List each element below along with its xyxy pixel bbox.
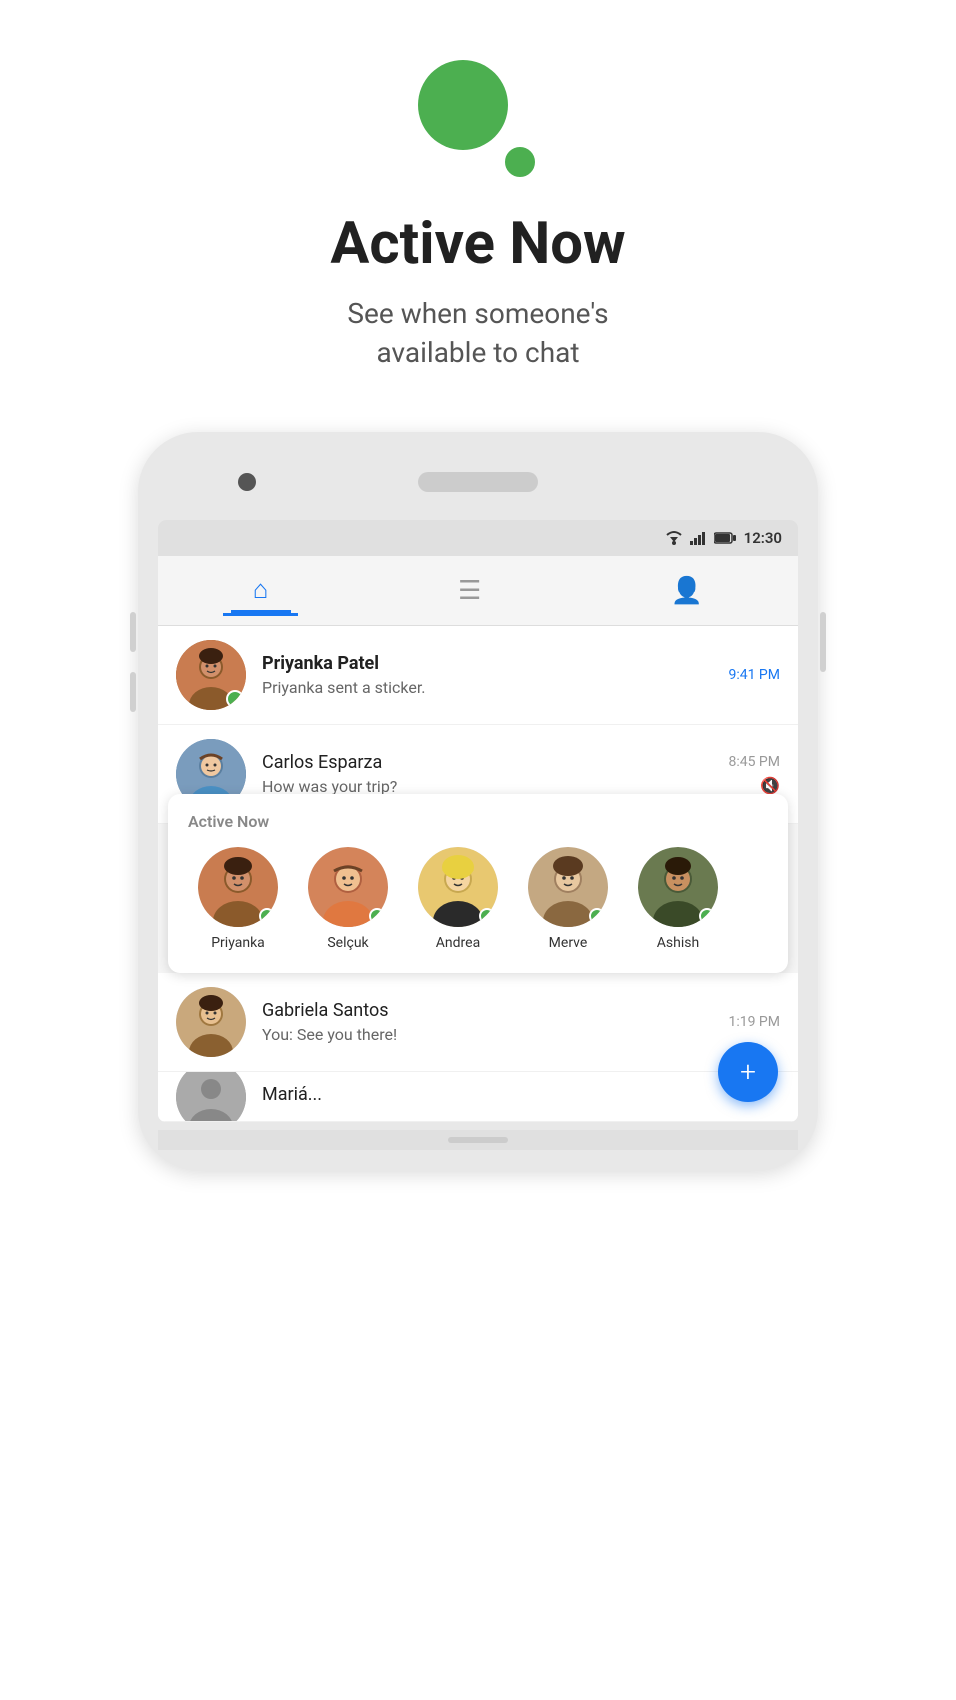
bottom-chat-list: Gabriela Santos You: See you there! 1:19… (158, 973, 798, 1122)
chat-time-priyanka: 9:41 PM (728, 667, 780, 683)
mute-icon: 🔇 (760, 776, 780, 795)
volume-up-button (130, 612, 136, 652)
nav-profile[interactable]: 👤 (641, 568, 733, 614)
chat-meta-gabriela: 1:19 PM (728, 1014, 780, 1030)
person-icon: 👤 (671, 576, 703, 606)
chat-name-partial: Mariá... (262, 1084, 780, 1105)
active-name-ashish: Ashish (657, 935, 699, 951)
page-title: Active Now (330, 210, 625, 278)
active-avatar-priyanka (198, 847, 278, 927)
active-user-ashish[interactable]: Ashish (628, 847, 728, 951)
active-now-overlay: Active Now (158, 794, 798, 973)
status-time: 12:30 (744, 529, 782, 547)
active-dot-selcuk (369, 908, 385, 924)
volume-down-button (130, 672, 136, 712)
chat-info-priyanka: Priyanka Patel Priyanka sent a sticker. (262, 653, 728, 697)
online-indicator-priyanka (226, 690, 244, 708)
chat-item-partial[interactable]: Mariá... (158, 1072, 798, 1122)
active-users-row: Priyanka (188, 847, 768, 951)
chat-item-priyanka[interactable]: Priyanka Patel Priyanka sent a sticker. … (158, 626, 798, 725)
wifi-icon (664, 530, 684, 546)
list-icon: ☰ (458, 576, 481, 606)
header-section: Active Now See when someone'savailable t… (0, 0, 956, 412)
chat-name-carlos: Carlos Esparza (262, 752, 728, 773)
avatar-priyanka (176, 640, 246, 710)
active-name-andrea: Andrea (436, 935, 480, 951)
active-user-selcuk[interactable]: Selçuk (298, 847, 398, 951)
avatar-partial (176, 1072, 246, 1122)
active-name-priyanka: Priyanka (211, 935, 265, 951)
logo-bubble-small (502, 144, 538, 180)
front-camera (238, 473, 256, 491)
active-user-merve[interactable]: Merve (518, 847, 618, 951)
active-dot-merve (589, 908, 605, 924)
app-logo (418, 60, 538, 180)
phone-outer: 12:30 ⌂ ☰ 👤 (138, 432, 818, 1170)
active-name-merve: Merve (549, 935, 588, 951)
active-avatar-andrea (418, 847, 498, 927)
home-icon: ⌂ (253, 574, 269, 605)
speaker-grille (418, 472, 538, 492)
active-now-panel: Active Now (168, 794, 788, 973)
status-bar: 12:30 (158, 520, 798, 556)
active-dot-priyanka (259, 908, 275, 924)
active-dot-andrea (479, 908, 495, 924)
compose-fab-button[interactable]: + (718, 1042, 778, 1102)
compose-icon: + (740, 1058, 756, 1086)
chat-info-carlos: Carlos Esparza How was your trip? (262, 752, 728, 796)
chat-name-priyanka: Priyanka Patel (262, 653, 728, 674)
chat-preview-gabriela: You: See you there! (262, 1025, 728, 1044)
active-dot-ashish (699, 908, 715, 924)
chat-meta-carlos: 8:45 PM 🔇 (728, 754, 780, 795)
active-user-priyanka[interactable]: Priyanka (188, 847, 288, 951)
status-icons (664, 530, 736, 546)
active-now-title: Active Now (188, 812, 768, 831)
phone-screen: 12:30 ⌂ ☰ 👤 (158, 520, 798, 1122)
home-indicator (448, 1137, 508, 1143)
phone-mockup: 12:30 ⌂ ☰ 👤 (138, 432, 818, 1170)
chat-item-gabriela[interactable]: Gabriela Santos You: See you there! 1:19… (158, 973, 798, 1072)
nav-list[interactable]: ☰ (428, 568, 511, 614)
chat-time-carlos: 8:45 PM (728, 754, 780, 770)
power-button (820, 612, 826, 672)
nav-home[interactable]: ⌂ (223, 566, 299, 616)
active-avatar-selcuk (308, 847, 388, 927)
chat-name-gabriela: Gabriela Santos (262, 1000, 728, 1021)
app-nav: ⌂ ☰ 👤 (158, 556, 798, 626)
page-subtitle: See when someone'savailable to chat (347, 294, 608, 372)
active-avatar-ashish (638, 847, 718, 927)
active-name-selcuk: Selçuk (327, 935, 368, 951)
active-avatar-merve (528, 847, 608, 927)
chat-time-gabriela: 1:19 PM (728, 1014, 780, 1030)
chat-meta-priyanka: 9:41 PM (728, 667, 780, 683)
chat-info-gabriela: Gabriela Santos You: See you there! (262, 1000, 728, 1044)
chat-info-partial: Mariá... (262, 1084, 780, 1109)
chat-preview-priyanka: Priyanka sent a sticker. (262, 678, 728, 697)
phone-bezel-top (158, 452, 798, 512)
avatar-gabriela (176, 987, 246, 1057)
signal-icon (690, 531, 708, 545)
phone-bezel-bottom (158, 1130, 798, 1150)
battery-icon (714, 531, 736, 545)
logo-bubble-main (418, 60, 508, 150)
active-user-andrea[interactable]: Andrea (408, 847, 508, 951)
